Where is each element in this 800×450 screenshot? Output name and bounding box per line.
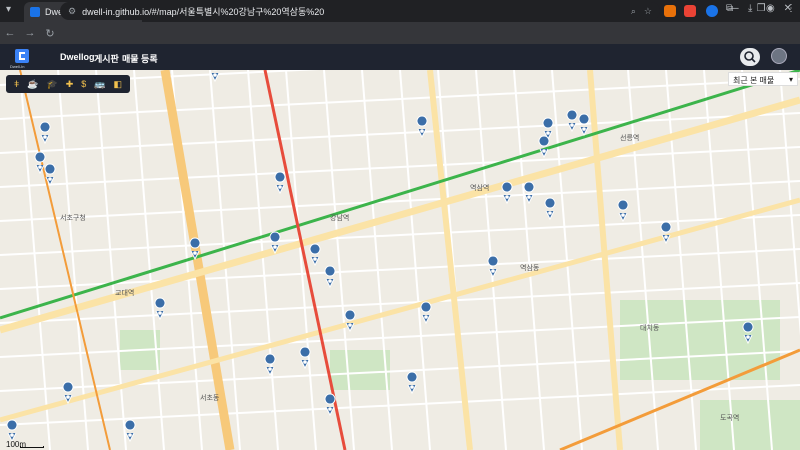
download-icon[interactable]: ⤓ bbox=[748, 3, 752, 14]
chevron-down-icon: ▾ bbox=[788, 75, 793, 84]
map-label: 선릉역 bbox=[620, 133, 639, 142]
zoom-icon[interactable]: ⌕ bbox=[631, 6, 636, 17]
map-label: 대치동 bbox=[640, 323, 660, 332]
bus-icon[interactable]: 🚌 bbox=[94, 79, 105, 90]
forward-icon[interactable]: → bbox=[20, 27, 40, 39]
maximize-button[interactable]: ❐ bbox=[757, 3, 766, 14]
profile-icon[interactable]: ◉ bbox=[766, 3, 775, 14]
map-canvas[interactable]: 교대역 강남역 역삼역 선릉역서초동 역삼동대치동 서초구청도곡역 bbox=[0, 70, 800, 450]
menu-icon[interactable]: ⋮ bbox=[786, 3, 796, 14]
logo-icon[interactable] bbox=[14, 48, 30, 64]
map-label: 서초동 bbox=[200, 393, 220, 402]
window-controls: — ❐ ✕ bbox=[729, 3, 792, 14]
address-bar[interactable]: ⚙ dwell-in.github.io/#/map/서울특별시%20강남구%2… bbox=[60, 2, 660, 20]
browser-toolbar: ← → ↻ bbox=[0, 22, 800, 44]
nav-board[interactable]: 게시판 bbox=[94, 52, 119, 65]
bookmark-star-icon[interactable]: ☆ bbox=[644, 6, 652, 17]
map-scale-bar bbox=[20, 446, 44, 448]
cafe-icon[interactable]: ☕ bbox=[27, 79, 38, 90]
sort-select[interactable]: 최근 본 매물 ▾ bbox=[728, 72, 798, 86]
search-icon bbox=[744, 51, 756, 63]
user-avatar[interactable] bbox=[771, 48, 787, 64]
nav-dwellog[interactable]: Dwellog bbox=[60, 52, 95, 62]
map-label: 역삼동 bbox=[520, 263, 540, 272]
back-icon[interactable]: ← bbox=[0, 27, 20, 39]
search-button[interactable] bbox=[740, 48, 760, 66]
puzzle-icon[interactable]: ⧉ bbox=[726, 3, 733, 14]
app-navbar: Dwell-In Dwellog 게시판 매물 등록 bbox=[0, 44, 800, 70]
map-label: 도곡역 bbox=[720, 413, 739, 422]
url-text[interactable]: dwell-in.github.io/#/map/서울특별시%20강남구%20역… bbox=[82, 5, 623, 18]
map-category-toolbar: ǂ ☕ 🎓 ✚ $ 🚌 ◧ bbox=[6, 75, 130, 93]
school-icon[interactable]: 🎓 bbox=[46, 79, 57, 90]
park-area bbox=[700, 400, 800, 450]
sort-select-value: 최근 본 매물 bbox=[733, 76, 775, 85]
park-area bbox=[330, 350, 390, 390]
tab-search-icon[interactable]: ▾ bbox=[6, 4, 11, 15]
dollar-icon[interactable]: $ bbox=[81, 79, 86, 89]
extension-icon[interactable] bbox=[664, 5, 676, 17]
map-label: 역삼역 bbox=[470, 183, 489, 192]
hospital-icon[interactable]: ✚ bbox=[66, 79, 74, 90]
extension-icon[interactable] bbox=[706, 5, 718, 17]
map-label: 강남역 bbox=[330, 213, 349, 222]
favicon-icon bbox=[30, 7, 40, 17]
reload-icon[interactable]: ↻ bbox=[40, 27, 60, 40]
map-label: 교대역 bbox=[115, 288, 134, 297]
logo-text: Dwell-In bbox=[10, 64, 25, 69]
map-layer: 교대역 강남역 역삼역 선릉역서초동 역삼동대치동 서초구청도곡역 bbox=[0, 70, 800, 450]
map-label: 서초구청 bbox=[60, 213, 86, 222]
nav-register-listing[interactable]: 매물 등록 bbox=[122, 52, 158, 65]
layers-icon[interactable]: ◧ bbox=[113, 79, 122, 90]
fork-knife-icon[interactable]: ǂ bbox=[14, 79, 19, 89]
extension-icon[interactable] bbox=[684, 5, 696, 17]
site-info-icon[interactable]: ⚙ bbox=[68, 6, 76, 17]
